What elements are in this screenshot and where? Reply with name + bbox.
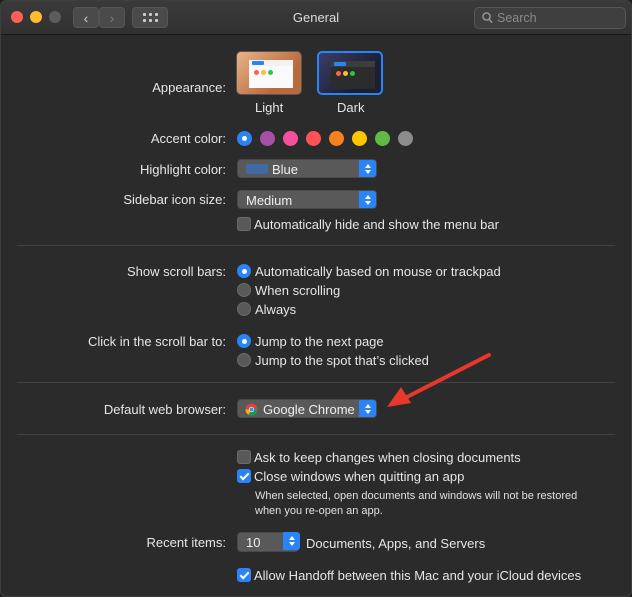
accent-swatch[interactable] bbox=[260, 131, 275, 146]
accent-color-label: Accent color: bbox=[150, 131, 226, 146]
default-browser-value: Google Chrome bbox=[263, 402, 355, 417]
appearance-dark-label: Dark bbox=[337, 100, 365, 115]
accent-swatch[interactable] bbox=[398, 131, 413, 146]
close-windows-checkbox[interactable] bbox=[237, 469, 251, 483]
updown-arrows-icon bbox=[359, 160, 376, 177]
menubar-autohide-checkbox[interactable] bbox=[237, 217, 251, 231]
handoff-checkbox[interactable] bbox=[237, 568, 251, 582]
scroll-when-scrolling-label: When scrolling bbox=[255, 283, 341, 298]
search-icon bbox=[482, 12, 493, 24]
light-window-preview bbox=[249, 66, 293, 88]
menubar-autohide-label: Automatically hide and show the menu bar bbox=[254, 217, 499, 232]
highlight-color-value: Blue bbox=[272, 162, 299, 177]
default-browser-label: Default web browser: bbox=[103, 402, 226, 417]
dark-window-preview bbox=[331, 67, 375, 89]
ask-keep-changes-checkbox[interactable] bbox=[237, 450, 251, 464]
accent-swatch[interactable] bbox=[352, 131, 367, 146]
dark-accent-bar bbox=[334, 62, 346, 66]
search-field[interactable] bbox=[474, 7, 626, 29]
highlight-color-label: Highlight color: bbox=[140, 162, 226, 177]
dark-dot-green bbox=[350, 71, 355, 76]
title-bar: ‹ › General bbox=[1, 1, 631, 35]
dark-dot-yellow bbox=[343, 71, 348, 76]
appearance-light-thumbnail[interactable] bbox=[236, 51, 302, 95]
scroll-always-label: Always bbox=[255, 302, 297, 317]
recent-items-value: 10 bbox=[246, 535, 261, 550]
recent-items-label: Recent items: bbox=[146, 535, 226, 550]
system-preferences-window: ‹ › General Appearance: Light bbox=[0, 0, 632, 597]
section-divider bbox=[17, 434, 615, 435]
accent-swatch[interactable] bbox=[237, 131, 252, 146]
appearance-light-label: Light bbox=[255, 100, 284, 115]
ask-keep-changes-label: Ask to keep changes when closing documen… bbox=[254, 450, 521, 465]
sidebar-icon-size-popup[interactable]: Medium bbox=[237, 190, 377, 209]
updown-arrows-icon bbox=[359, 191, 376, 208]
light-dot-yellow bbox=[261, 70, 266, 75]
section-divider bbox=[17, 382, 615, 383]
default-browser-popup[interactable]: Google Chrome bbox=[237, 399, 377, 418]
section-divider bbox=[17, 245, 615, 246]
close-windows-label: Close windows when quitting an app bbox=[254, 469, 465, 484]
light-accent-bar bbox=[252, 61, 264, 65]
recent-items-suffix: Documents, Apps, and Servers bbox=[306, 536, 486, 551]
scroll-always-radio[interactable] bbox=[237, 302, 251, 316]
accent-swatch[interactable] bbox=[329, 131, 344, 146]
light-dot-red bbox=[254, 70, 259, 75]
light-dot-green bbox=[268, 70, 273, 75]
red-arrow-annotation bbox=[387, 353, 491, 407]
accent-swatch[interactable] bbox=[283, 131, 298, 146]
appearance-label: Appearance: bbox=[152, 80, 226, 95]
scroll-auto-label: Automatically based on mouse or trackpad bbox=[255, 264, 501, 279]
highlight-color-popup[interactable]: Blue bbox=[237, 159, 377, 178]
sidebar-icon-size-value: Medium bbox=[246, 193, 293, 208]
scroll-auto-radio[interactable] bbox=[237, 264, 251, 278]
accent-swatch[interactable] bbox=[375, 131, 390, 146]
jump-to-spot-radio[interactable] bbox=[237, 353, 251, 367]
updown-arrows-icon bbox=[283, 532, 300, 550]
recent-items-popup[interactable]: 10 bbox=[237, 532, 300, 552]
jump-next-page-label: Jump to the next page bbox=[255, 334, 384, 349]
handoff-label: Allow Handoff between this Mac and your … bbox=[254, 568, 582, 583]
sidebar-icon-size-label: Sidebar icon size: bbox=[123, 192, 226, 207]
highlight-color-swatch bbox=[246, 164, 268, 174]
show-scroll-bars-label: Show scroll bars: bbox=[127, 264, 226, 279]
updown-arrows-icon bbox=[359, 400, 376, 417]
jump-next-page-radio[interactable] bbox=[237, 334, 251, 348]
chrome-icon bbox=[245, 403, 258, 416]
search-input[interactable] bbox=[497, 10, 621, 26]
close-windows-note: When selected, open documents and window… bbox=[255, 490, 578, 517]
recent-items-arrows bbox=[282, 532, 300, 552]
scroll-when-scrolling-radio[interactable] bbox=[237, 283, 251, 297]
accent-swatch[interactable] bbox=[306, 131, 321, 146]
click-scroll-bar-label: Click in the scroll bar to: bbox=[88, 334, 226, 349]
appearance-dark-thumbnail[interactable] bbox=[317, 51, 383, 95]
dark-dot-red bbox=[336, 71, 341, 76]
